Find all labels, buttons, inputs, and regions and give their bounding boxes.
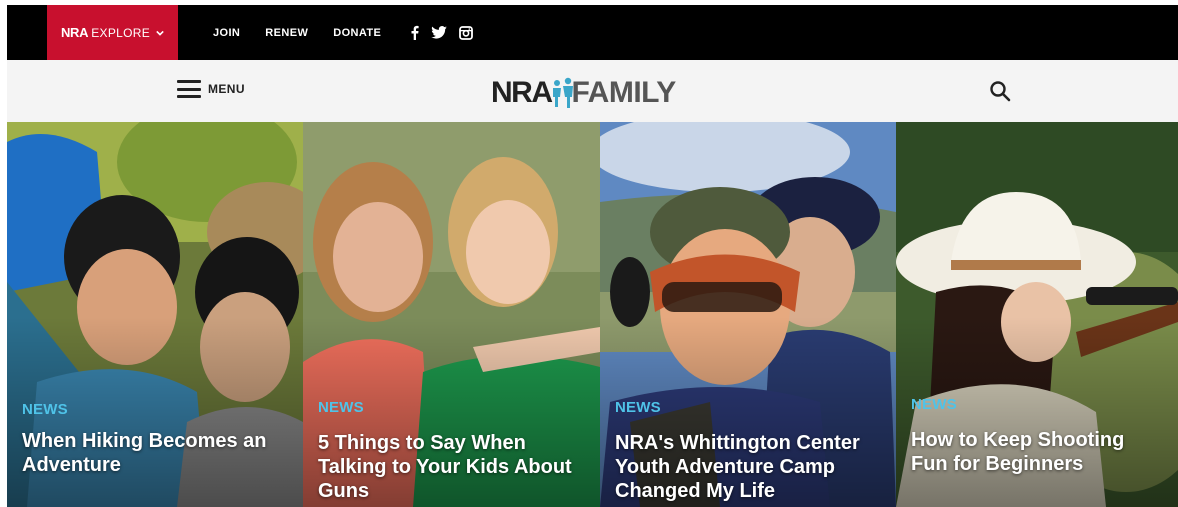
explore-label: EXPLORE bbox=[91, 25, 151, 40]
explore-brand: NRA bbox=[60, 25, 89, 40]
facebook-icon[interactable] bbox=[410, 25, 419, 40]
logo-nra: NRA bbox=[491, 76, 553, 109]
category-tag[interactable]: NEWS bbox=[318, 399, 364, 416]
renew-link[interactable]: RENEW bbox=[265, 27, 308, 39]
article-title[interactable]: When Hiking Becomes an Adventure bbox=[22, 429, 291, 477]
top-links: JOIN RENEW DONATE bbox=[213, 5, 474, 60]
article-title[interactable]: 5 Things to Say When Talking to Your Kid… bbox=[318, 431, 588, 503]
article-card-beginners[interactable]: NEWS How to Keep Shooting Fun for Beginn… bbox=[896, 122, 1178, 507]
article-title[interactable]: How to Keep Shooting Fun for Beginners bbox=[911, 428, 1166, 476]
menu-button[interactable]: MENU bbox=[177, 80, 245, 98]
top-bar: NRA EXPLORE JOIN RENEW DONATE bbox=[7, 5, 1178, 60]
chevron-down-icon bbox=[156, 30, 164, 36]
donate-link[interactable]: DONATE bbox=[333, 27, 381, 39]
site-header: MENU NRA FAMILY bbox=[7, 60, 1178, 122]
instagram-icon[interactable] bbox=[459, 25, 474, 40]
join-link[interactable]: JOIN bbox=[213, 27, 240, 39]
article-title[interactable]: NRA's Whittington Center Youth Adventure… bbox=[615, 431, 884, 503]
featured-articles: NEWS When Hiking Becomes an Adventure NE… bbox=[7, 122, 1178, 507]
category-tag[interactable]: NEWS bbox=[22, 401, 68, 418]
article-card-hiking[interactable]: NEWS When Hiking Becomes an Adventure bbox=[7, 122, 303, 507]
article-card-kids-guns[interactable]: NEWS 5 Things to Say When Talking to You… bbox=[303, 122, 600, 507]
search-icon[interactable] bbox=[989, 80, 1011, 102]
category-tag[interactable]: NEWS bbox=[615, 399, 661, 416]
nra-family-logo[interactable]: NRA FAMILY bbox=[491, 76, 676, 110]
article-card-whittington[interactable]: NEWS NRA's Whittington Center Youth Adve… bbox=[600, 122, 896, 507]
category-tag[interactable]: NEWS bbox=[911, 396, 957, 413]
logo-family: FAMILY bbox=[571, 76, 677, 109]
nra-explore-dropdown[interactable]: NRA EXPLORE bbox=[47, 5, 178, 60]
hamburger-icon bbox=[177, 80, 201, 98]
twitter-icon[interactable] bbox=[431, 26, 448, 39]
menu-label: MENU bbox=[208, 82, 245, 96]
social-links bbox=[410, 25, 474, 40]
